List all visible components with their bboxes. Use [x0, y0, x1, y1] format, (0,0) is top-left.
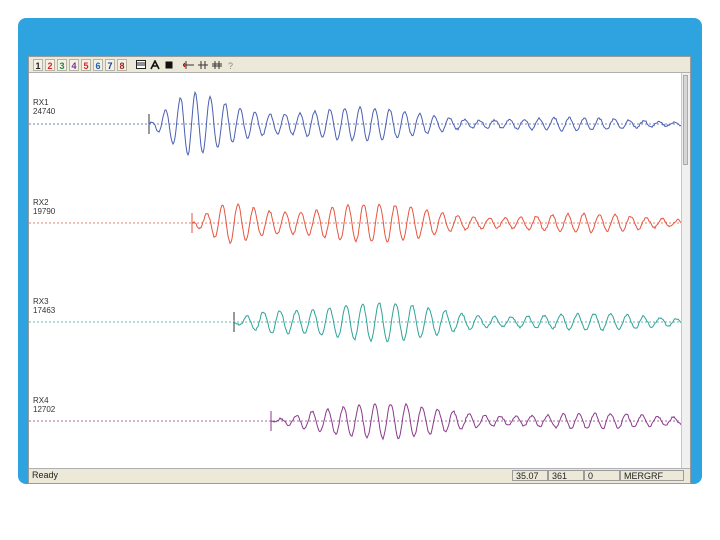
channel-1-label: RX1 24740: [33, 98, 56, 116]
channel-3-button[interactable]: 3: [57, 58, 67, 71]
channel-3-label: RX3 17463: [33, 297, 56, 315]
channel-1-waveform: [148, 90, 683, 157]
status-time-cell: 35.07: [512, 470, 548, 481]
channel-6-button[interactable]: 6: [93, 58, 103, 71]
vertical-scrollbar[interactable]: [681, 73, 690, 471]
svg-text:?: ?: [228, 61, 233, 70]
channel-2-waveform: [191, 202, 683, 245]
cursor-a-icon[interactable]: [149, 59, 161, 71]
scrollbar-thumb[interactable]: [683, 75, 688, 165]
display-icon[interactable]: [135, 59, 147, 71]
channel-4-waveform: [270, 402, 683, 441]
marker-double-icon[interactable]: [211, 59, 223, 71]
channel-3-waveform: [233, 302, 683, 343]
channel-2-button[interactable]: 2: [45, 58, 55, 71]
status-mode-cell: MERGRF: [620, 470, 684, 481]
channel-4-button[interactable]: 4: [69, 58, 79, 71]
channel-4-label: RX4 12702: [33, 396, 56, 414]
channel-8-button[interactable]: 8: [117, 58, 127, 71]
zoom-in-icon[interactable]: [183, 59, 195, 71]
channel-7-button[interactable]: 7: [105, 58, 115, 71]
marker-icon[interactable]: [197, 59, 209, 71]
toolbar: 1 2 3 4 5 6 7 8 ?: [29, 57, 690, 73]
waveform-viewer-window: 1 2 3 4 5 6 7 8 ? RX1 24740 RX2 19790 RX…: [28, 56, 691, 484]
stop-icon[interactable]: [163, 59, 175, 71]
status-sample-cell: 361: [548, 470, 584, 481]
channel-1-button[interactable]: 1: [33, 58, 43, 71]
channel-2-label: RX2 19790: [33, 198, 56, 216]
status-bar: Ready 35.07 361 0 MERGRF: [29, 468, 690, 483]
channel-5-button[interactable]: 5: [81, 58, 91, 71]
help-icon[interactable]: ?: [225, 59, 237, 71]
status-ready-text: Ready: [32, 470, 59, 480]
waveform-plot: [29, 90, 684, 441]
status-zero-cell: 0: [584, 470, 620, 481]
